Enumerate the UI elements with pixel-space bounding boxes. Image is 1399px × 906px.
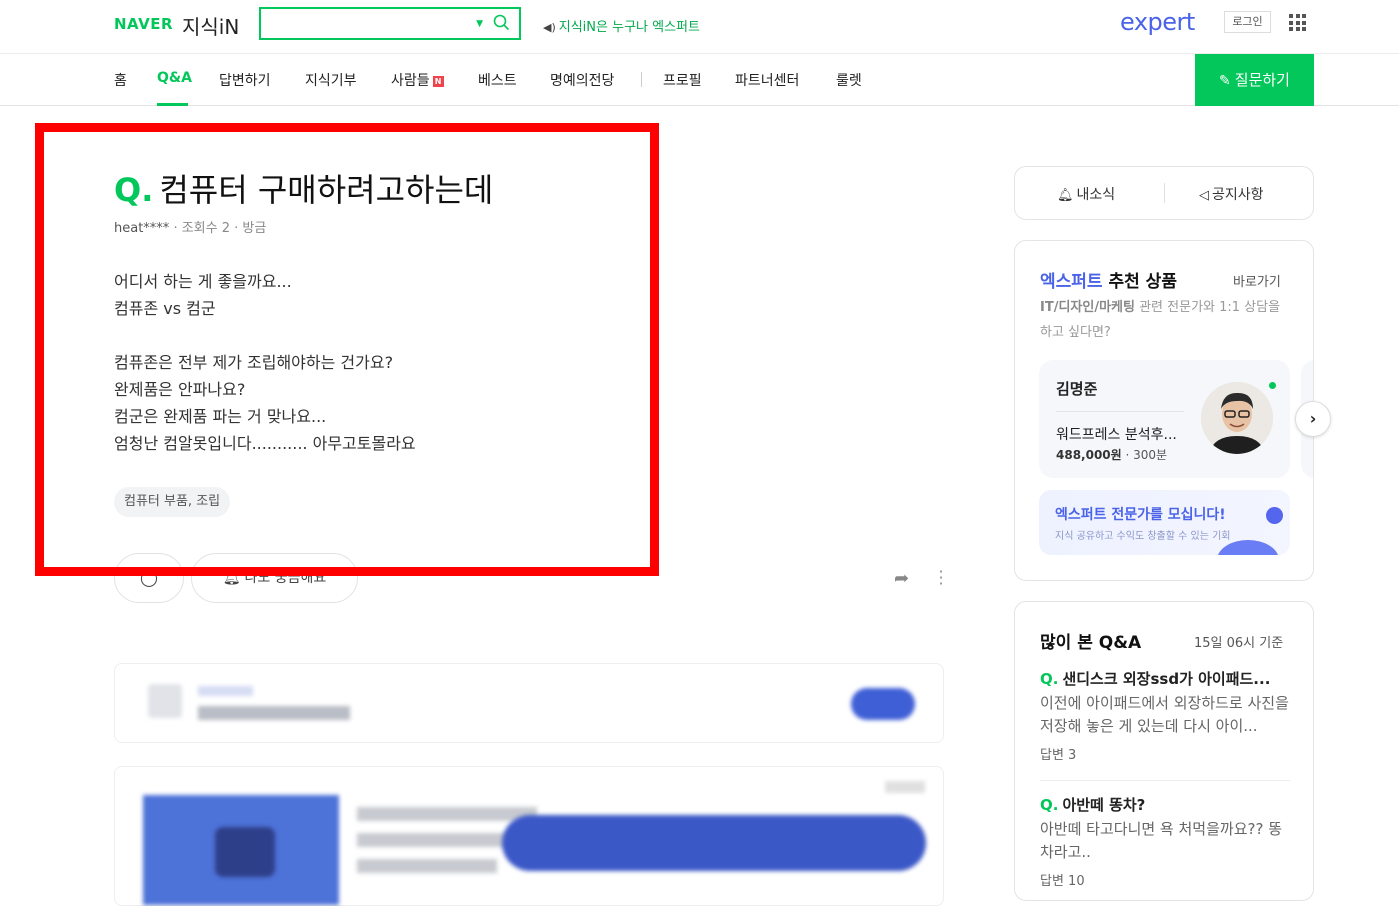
- divider: [1040, 780, 1290, 781]
- announcements-link[interactable]: ◁ 공지사항: [1199, 184, 1264, 204]
- megaphone-icon: ◁: [1199, 188, 1209, 203]
- my-news-label: 내소식: [1076, 187, 1116, 203]
- search-input[interactable]: [267, 13, 457, 34]
- blurred-text: [357, 833, 507, 847]
- divider: [1056, 411, 1184, 412]
- nav-best[interactable]: 베스트: [478, 70, 517, 90]
- expert-section-title: 엑스퍼트 추천 상품: [1040, 272, 1177, 292]
- nav-divider: [641, 72, 642, 87]
- blurred-ad-image: [215, 827, 275, 877]
- banner-decoration: [1217, 540, 1279, 555]
- expert-name: 김명준: [1056, 380, 1098, 398]
- expert-goto-link[interactable]: 바로가기: [1233, 271, 1281, 290]
- blurred-avatar: [148, 684, 182, 718]
- apps-grid-icon[interactable]: [1289, 14, 1306, 31]
- divider: [1164, 183, 1165, 203]
- kin-logo[interactable]: 지식iN: [182, 11, 239, 40]
- nav-hall-of-fame[interactable]: 명예의전당: [550, 70, 614, 90]
- notice-link[interactable]: ◀) 지식iN은 누구나 엑스퍼트: [543, 16, 700, 35]
- banner-subtitle: 지식 공유하고 수익도 창출할 수 있는 기회: [1055, 531, 1231, 542]
- announcements-label: 공지사항: [1212, 187, 1264, 203]
- top-bar: NAVER 지식iN ▼ ◀) 지식iN은 누구나 엑스퍼트 expert 로그인: [0, 0, 1399, 54]
- expert-desc: IT/디자인/마케팅 관련 전문가와 1:1 상담을 하고 싶다면?: [1040, 300, 1281, 340]
- answer-prompt-card: [114, 663, 944, 743]
- popular-timestamp: 15일 06시 기준: [1194, 636, 1284, 651]
- popular-item-title: Q. 아반떼 똥차?: [1040, 796, 1146, 814]
- blurred-ad-label: [885, 781, 925, 793]
- speaker-icon: ◀): [543, 21, 556, 34]
- blurred-answer-button[interactable]: [851, 688, 915, 720]
- person-photo-icon: [1201, 382, 1273, 454]
- search-box[interactable]: ▼: [259, 7, 521, 40]
- ask-question-button[interactable]: ✎ 질문하기: [1195, 54, 1314, 106]
- popular-item-title: Q. 샌디스크 외장ssd가 아이패드...: [1040, 670, 1271, 688]
- chevron-right-icon[interactable]: ›: [1295, 401, 1331, 437]
- online-status-dot: [1269, 382, 1276, 389]
- new-badge: N: [432, 76, 444, 87]
- highlight-box: [35, 123, 659, 576]
- nav-roulette[interactable]: 룰렛: [836, 70, 862, 90]
- naver-logo[interactable]: NAVER: [114, 15, 173, 33]
- expert-recommend-box: 엑스퍼트 추천 상품 바로가기 IT/디자인/마케팅 관련 전문가와 1:1 상…: [1014, 240, 1314, 581]
- blurred-text: [357, 807, 537, 821]
- nav-partner-center[interactable]: 파트너센터: [735, 70, 799, 90]
- more-options-icon[interactable]: · · ·: [937, 564, 945, 592]
- popular-title: 많이 본 Q&A: [1040, 633, 1142, 653]
- banner-decoration: [1266, 507, 1283, 524]
- popular-item-body: 아반떼 타고다니면 욕 처먹을까요?? 똥차라고..: [1040, 820, 1282, 861]
- expert-recruit-banner[interactable]: 엑스퍼트 전문가를 모십니다! 지식 공유하고 수익도 창출할 수 있는 기회: [1039, 490, 1290, 555]
- my-news-link[interactable]: 🔔︎ 내소식: [1057, 184, 1115, 204]
- blurred-text: [357, 859, 497, 873]
- nav-donate[interactable]: 지식기부: [305, 70, 357, 90]
- nav-profile[interactable]: 프로필: [663, 70, 702, 90]
- ad-card: [114, 766, 944, 906]
- blurred-text: [198, 686, 253, 696]
- share-icon[interactable]: ➦: [894, 568, 909, 589]
- bell-icon: 🔔︎: [1057, 188, 1074, 203]
- expert-price: 488,000원 · 300분: [1056, 448, 1168, 462]
- pencil-icon: ✎: [1219, 73, 1231, 89]
- blurred-ad-button[interactable]: [502, 815, 926, 871]
- ask-button-label: 질문하기: [1234, 71, 1290, 89]
- expert-product: 워드프레스 분석후...: [1056, 427, 1177, 443]
- notice-text: 지식iN은 누구나 엑스퍼트: [558, 20, 700, 35]
- popular-item-body: 이전에 아이패드에서 외장하드로 사진을 저장해 놓은 게 있는데 다시 아이.…: [1040, 694, 1289, 735]
- notification-box: 🔔︎ 내소식 ◁ 공지사항: [1014, 166, 1314, 220]
- expert-logo[interactable]: expert: [1120, 8, 1195, 36]
- popular-qna-box: 많이 본 Q&A 15일 06시 기준 Q. 샌디스크 외장ssd가 아이패드..…: [1014, 601, 1314, 901]
- expert-avatar: [1201, 382, 1273, 454]
- nav-active-underline: [157, 103, 188, 106]
- popular-item[interactable]: Q. 샌디스크 외장ssd가 아이패드... 이전에 아이패드에서 외장하드로 사…: [1040, 668, 1290, 763]
- nav-people[interactable]: 사람들 N: [391, 70, 444, 90]
- main-nav: 홈 Q&A 답변하기 지식기부 사람들 N 베스트 명예의전당 프로필 파트너센터…: [0, 54, 1399, 106]
- popular-item[interactable]: Q. 아반떼 똥차? 아반떼 타고다니면 욕 처먹을까요?? 똥차라고.. 답변 …: [1040, 794, 1290, 889]
- expert-product-card[interactable]: 김명준 워드프레스 분석후... 488,000원 · 300분: [1039, 360, 1290, 478]
- login-button[interactable]: 로그인: [1224, 11, 1271, 33]
- dropdown-caret-icon[interactable]: ▼: [476, 19, 483, 29]
- search-icon[interactable]: [493, 14, 510, 31]
- blurred-text: [198, 706, 350, 720]
- nav-qna[interactable]: Q&A: [157, 70, 192, 86]
- banner-title: 엑스퍼트 전문가를 모십니다!: [1055, 507, 1226, 523]
- nav-answer[interactable]: 답변하기: [219, 70, 271, 90]
- nav-home[interactable]: 홈: [114, 70, 127, 90]
- popular-item-answers: 답변 10: [1040, 874, 1085, 889]
- nav-people-label: 사람들: [391, 73, 430, 89]
- popular-item-answers: 답변 3: [1040, 748, 1077, 763]
